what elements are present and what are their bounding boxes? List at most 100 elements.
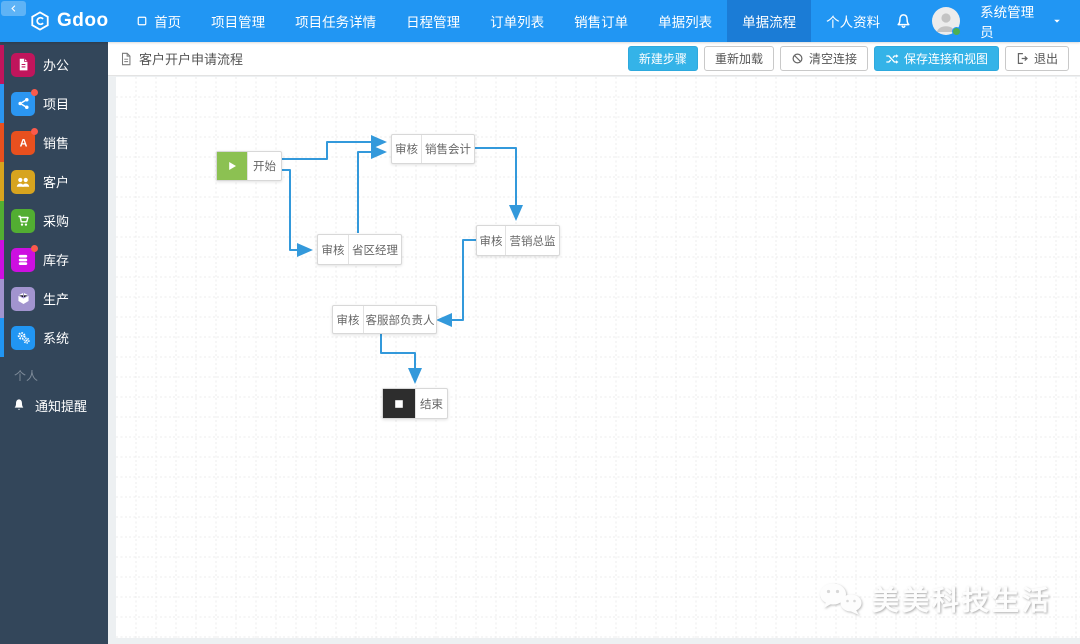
sidebar: 办公项目 A 销售客户采购库存 生产系统 个人 通知提醒	[0, 42, 108, 644]
toolbar-button-4[interactable]: 保存连接和视图	[873, 46, 999, 71]
navbar-right: 系统管理员	[895, 0, 1080, 42]
nav-item-label: 首页	[154, 15, 182, 30]
nav-item-1[interactable]: 首页	[121, 0, 196, 42]
flow-toolbar: 客户开户申请流程 新建步骤 重新加载 清空连接 保存连接和视图 退出	[108, 42, 1080, 76]
share-icon	[11, 88, 38, 116]
user-name-label: 系统管理员	[980, 5, 1035, 40]
flow-title-text: 客户开户申请流程	[139, 52, 244, 67]
node-assignee-label: 销售会计	[421, 135, 474, 163]
flow-node-audit_province[interactable]: 审核 省区经理	[317, 234, 402, 265]
notification-dot	[31, 244, 38, 252]
user-menu[interactable]: 系统管理员	[980, 1, 1062, 41]
sidebar-section-label: 个人	[14, 369, 39, 383]
bell-icon	[12, 398, 26, 412]
toolbar-button-3[interactable]: 清空连接	[779, 46, 868, 71]
button-label: 保存连接和视图	[903, 52, 988, 66]
play-icon	[217, 152, 247, 180]
sidebar-items: 办公项目 A 销售客户采购库存 生产系统	[0, 45, 108, 357]
nav-item-label: 单据列表	[658, 15, 713, 30]
sidebar-item-1[interactable]: 办公	[0, 45, 108, 84]
chevron-left-icon	[9, 4, 18, 13]
sidebar-item-7[interactable]: 生产	[0, 279, 108, 318]
file-icon	[119, 52, 133, 66]
toolbar-button-1[interactable]: 新建步骤	[627, 46, 698, 71]
nav-item-6[interactable]: 销售订单	[559, 0, 643, 42]
toolbar-button-5[interactable]: 退出	[1004, 46, 1069, 71]
sidebar-item-4[interactable]: 客户	[0, 162, 108, 201]
nav-item-3[interactable]: 项目任务详情	[280, 0, 391, 42]
toolbar-buttons: 新建步骤 重新加载 清空连接 保存连接和视图 退出	[627, 46, 1069, 71]
sales-a-icon: A	[11, 127, 38, 155]
sidebar-item-5[interactable]: 采购	[0, 201, 108, 240]
sidebar-collapse-button[interactable]	[1, 1, 26, 16]
sidebar-item-label: 销售	[43, 136, 70, 151]
document-icon	[11, 52, 35, 77]
sidebar-item-6[interactable]: 库存	[0, 240, 108, 279]
home-square-icon	[136, 15, 148, 27]
cube-icon	[11, 286, 35, 311]
sidebar-item-label: 项目	[43, 97, 70, 112]
node-action-label: 审核	[395, 144, 418, 156]
sidebar-item-color-strip	[0, 240, 4, 279]
sidebar-item-8[interactable]: 系统	[0, 318, 108, 357]
database-icon	[11, 244, 38, 272]
flow-node-end[interactable]: 结束	[382, 388, 448, 419]
button-label: 清空连接	[808, 52, 857, 66]
nav-item-label: 日程管理	[406, 15, 461, 30]
button-label: 新建步骤	[638, 52, 687, 66]
sidebar-item-color-strip	[0, 279, 4, 318]
flow-node-start[interactable]: 开始	[216, 151, 282, 181]
gdoo-logo-icon	[30, 11, 50, 31]
sidebar-item-notifications[interactable]: 通知提醒	[0, 388, 108, 422]
sidebar-item-label: 采购	[43, 214, 70, 229]
notifications-bell-icon[interactable]	[895, 13, 912, 30]
gears-icon	[11, 325, 35, 350]
node-action-label: 审核	[321, 244, 345, 257]
nav-item-4[interactable]: 日程管理	[391, 0, 475, 42]
sidebar-item-label: 办公	[43, 58, 70, 73]
sidebar-item-color-strip	[0, 123, 4, 162]
signout-icon	[1016, 52, 1029, 65]
nav-item-5[interactable]: 订单列表	[475, 0, 559, 42]
flow-canvas: 开始 审核 销售会计 审核 省区经理 审核 营销总监 审核 客服部负责人 结束 美美科技生活	[116, 77, 1080, 638]
sidebar-item-3[interactable]: A 销售	[0, 123, 108, 162]
flow-title: 客户开户申请流程	[119, 49, 243, 68]
stop-icon	[383, 389, 415, 418]
flow-node-audit_sales[interactable]: 审核 销售会计	[391, 134, 475, 164]
navbar-menu: 首页 项目管理 项目任务详情 日程管理 订单列表 销售订单 单据列表 单据流程 个人资料	[121, 0, 895, 42]
brand-text: Gdoo	[57, 10, 109, 31]
top-navbar: Gdoo 首页 项目管理 项目任务详情 日程管理 订单列表 销售订单 单据列表 单据流程 个人资…	[0, 0, 1080, 42]
node-label: 开始	[247, 152, 281, 180]
sidebar-item-color-strip	[0, 318, 4, 357]
cart-icon	[11, 208, 35, 233]
sidebar-item-2[interactable]: 项目	[0, 84, 108, 123]
sidebar-item-color-strip	[0, 84, 4, 123]
sidebar-item-color-strip	[0, 201, 4, 240]
toolbar-button-2[interactable]: 重新加载	[703, 46, 774, 71]
sidebar-item-color-strip	[0, 45, 4, 84]
node-assignee-label: 客服部负责人	[363, 306, 436, 333]
button-label: 重新加载	[714, 52, 763, 66]
node-action-label: 审核	[336, 314, 360, 327]
node-assignee-label: 营销总监	[505, 226, 559, 255]
flow-node-audit_service[interactable]: 审核 客服部负责人	[332, 305, 437, 334]
user-avatar[interactable]	[932, 7, 962, 36]
nav-item-label: 个人资料	[826, 15, 881, 30]
nav-item-9[interactable]: 个人资料	[811, 0, 895, 42]
flow-connection-audit_sales-to-audit_marketing	[473, 147, 523, 221]
nav-item-label: 项目任务详情	[295, 15, 377, 30]
node-action-label: 审核	[479, 235, 503, 248]
flow-node-audit_marketing[interactable]: 审核 营销总监	[476, 225, 560, 256]
flow-connection-audit_marketing-to-audit_service	[436, 239, 476, 327]
caret-down-icon	[1052, 16, 1062, 26]
sidebar-item-label: 客户	[43, 175, 70, 190]
users-icon	[11, 169, 35, 194]
nav-item-8[interactable]: 单据流程	[727, 0, 812, 42]
sidebar-item-label: 系统	[43, 331, 70, 346]
nav-item-7[interactable]: 单据列表	[643, 0, 727, 42]
button-label: 退出	[1033, 52, 1058, 66]
nav-item-label: 单据流程	[742, 15, 797, 30]
nav-item-label: 销售订单	[574, 15, 629, 30]
sidebar-item-color-strip	[0, 162, 4, 201]
nav-item-2[interactable]: 项目管理	[196, 0, 280, 42]
